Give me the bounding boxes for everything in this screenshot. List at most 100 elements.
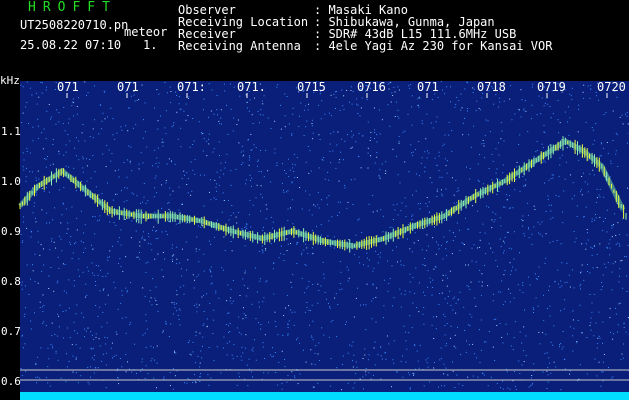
noise-speck <box>336 144 338 146</box>
noise-speck <box>246 224 248 226</box>
noise-speck <box>450 216 452 218</box>
noise-speck <box>339 283 341 284</box>
noise-speck <box>43 190 45 192</box>
noise-speck <box>589 294 591 295</box>
noise-speck <box>275 372 277 373</box>
noise-speck <box>602 274 604 276</box>
noise-speck <box>208 240 210 242</box>
noise-speck <box>403 265 405 267</box>
noise-speck <box>609 254 611 256</box>
noise-speck <box>396 246 398 248</box>
noise-speck <box>423 323 425 325</box>
noise-speck <box>317 192 319 194</box>
noise-speck <box>500 138 502 140</box>
noise-speck <box>45 325 47 326</box>
noise-speck <box>318 134 320 136</box>
noise-speck <box>51 345 53 347</box>
noise-speck <box>115 193 117 195</box>
noise-speck <box>67 222 69 224</box>
noise-speck <box>533 309 535 310</box>
noise-speck <box>136 219 138 221</box>
noise-speck <box>194 279 195 281</box>
noise-speck <box>194 173 196 175</box>
noise-speck <box>389 277 391 279</box>
noise-speck <box>121 317 123 319</box>
noise-speck <box>42 322 44 324</box>
noise-speck <box>135 230 137 232</box>
noise-speck <box>229 341 230 343</box>
noise-speck <box>30 278 31 280</box>
noise-speck <box>297 241 299 243</box>
noise-speck <box>390 81 392 83</box>
noise-speck <box>84 247 86 249</box>
noise-speck <box>75 242 77 244</box>
noise-speck <box>243 307 244 309</box>
noise-speck <box>200 350 202 352</box>
noise-speck <box>260 210 261 212</box>
noise-speck <box>135 124 137 126</box>
noise-speck <box>56 335 58 337</box>
noise-speck <box>445 367 447 369</box>
noise-speck <box>419 175 420 177</box>
noise-speck <box>471 247 473 249</box>
noise-speck <box>580 271 582 273</box>
noise-speck <box>430 281 431 283</box>
noise-speck <box>362 376 364 378</box>
noise-speck <box>112 134 114 136</box>
noise-speck <box>413 374 414 376</box>
noise-speck <box>231 205 233 206</box>
noise-speck <box>350 90 352 91</box>
noise-speck <box>552 344 554 346</box>
noise-speck <box>423 291 424 293</box>
noise-speck <box>272 268 274 270</box>
noise-speck <box>29 87 31 89</box>
noise-speck <box>441 385 443 387</box>
noise-speck <box>236 384 238 386</box>
noise-speck <box>407 372 409 374</box>
noise-speck <box>97 274 99 276</box>
noise-speck <box>444 134 446 136</box>
noise-speck <box>357 113 359 114</box>
noise-speck <box>468 134 470 136</box>
noise-speck <box>338 211 340 213</box>
noise-speck <box>328 195 330 197</box>
noise-speck <box>443 373 445 375</box>
noise-speck <box>92 216 94 217</box>
noise-speck <box>439 293 440 294</box>
noise-speck <box>148 236 150 238</box>
noise-speck <box>50 116 52 118</box>
noise-speck <box>141 361 143 363</box>
noise-speck <box>151 229 153 231</box>
noise-speck <box>126 176 128 178</box>
noise-speck <box>515 269 517 271</box>
noise-speck <box>71 101 73 103</box>
noise-speck <box>52 163 54 165</box>
noise-speck <box>105 352 107 354</box>
noise-speck <box>409 291 411 293</box>
noise-speck <box>258 322 259 324</box>
noise-speck <box>223 83 225 85</box>
noise-speck <box>216 109 218 111</box>
noise-speck <box>120 229 122 231</box>
noise-speck <box>522 282 524 284</box>
noise-speck <box>21 122 23 123</box>
noise-speck <box>177 314 179 316</box>
noise-speck <box>335 108 336 109</box>
noise-speck <box>515 178 517 180</box>
noise-speck <box>162 332 164 334</box>
noise-speck <box>454 236 456 237</box>
noise-speck <box>618 303 620 305</box>
noise-speck <box>311 335 313 337</box>
noise-speck <box>341 364 343 365</box>
noise-speck <box>329 307 331 309</box>
noise-speck <box>581 332 583 334</box>
noise-speck <box>360 304 361 306</box>
noise-speck <box>388 283 390 285</box>
noise-speck <box>415 190 417 192</box>
noise-speck <box>242 155 244 157</box>
noise-speck <box>335 96 337 98</box>
noise-speck <box>380 252 382 254</box>
noise-speck <box>509 388 511 390</box>
noise-speck <box>317 382 319 384</box>
noise-speck <box>140 152 142 154</box>
